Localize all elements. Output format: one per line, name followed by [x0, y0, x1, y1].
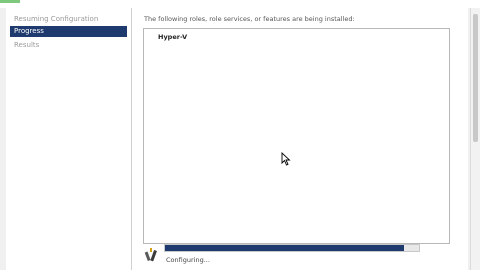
window-scrollbar[interactable] [470, 8, 480, 270]
title-accent [0, 0, 20, 3]
intro-text: The following roles, role services, or f… [144, 15, 355, 23]
install-progress-fill [165, 245, 404, 251]
install-progress-bar [164, 244, 420, 252]
window-top-strip [0, 0, 480, 8]
sidebar-item-results[interactable]: Results [10, 40, 127, 51]
sidebar-item-progress[interactable]: Progress [10, 26, 127, 37]
install-list[interactable]: Hyper-V [143, 28, 450, 244]
installing-icon [144, 248, 157, 262]
wizard-sidebar: Resuming Configuration Progress Results [6, 8, 132, 270]
sidebar-item-resuming-configuration[interactable]: Resuming Configuration [10, 14, 127, 25]
status-text: Configuring... [166, 256, 210, 264]
list-item-hyper-v: Hyper-V [158, 33, 188, 41]
progress-panel: The following roles, role services, or f… [132, 8, 468, 270]
mouse-pointer-icon [281, 152, 291, 166]
scrollbar-thumb[interactable] [473, 14, 478, 142]
